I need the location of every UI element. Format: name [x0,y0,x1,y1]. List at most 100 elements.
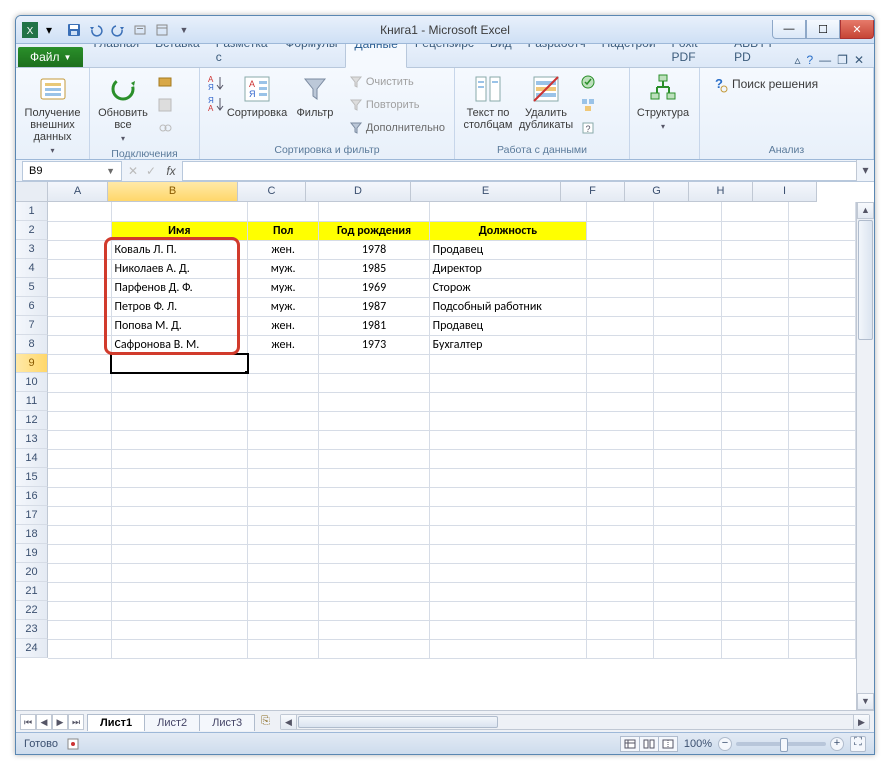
cell-B9[interactable] [111,354,248,373]
close-button[interactable]: ✕ [840,20,874,39]
cell-I19[interactable] [788,544,855,563]
cell-E7[interactable]: Продавец [429,316,587,335]
cell-B21[interactable] [111,582,248,601]
cell-F21[interactable] [587,582,654,601]
qat-btn-5[interactable] [152,20,172,40]
qat-customize[interactable]: ▼ [174,20,194,40]
cell-B19[interactable] [111,544,248,563]
cell-C13[interactable] [248,430,319,449]
cell-A20[interactable] [48,563,111,582]
text-to-columns-button[interactable]: Текст по столбцам [461,71,515,133]
cell-G14[interactable] [654,449,721,468]
remove-duplicates-button[interactable]: Удалить дубликаты [519,71,573,133]
cell-D15[interactable] [319,468,429,487]
hscroll-thumb[interactable] [298,716,498,728]
sheet-nav-next[interactable]: ▶ [52,714,68,730]
select-all-corner[interactable] [16,182,48,202]
cell-A8[interactable] [48,335,111,354]
cell-I17[interactable] [788,506,855,525]
cell-G10[interactable] [654,373,721,392]
cell-G7[interactable] [654,316,721,335]
cell-C11[interactable] [248,392,319,411]
cell-D14[interactable] [319,449,429,468]
cell-B7[interactable]: Попова М. Д. [111,316,248,335]
cell-A16[interactable] [48,487,111,506]
cell-C19[interactable] [248,544,319,563]
cell-I6[interactable] [788,297,855,316]
cell-H13[interactable] [721,430,788,449]
cell-G11[interactable] [654,392,721,411]
cell-D2[interactable]: Год рождения [319,221,429,240]
cell-G15[interactable] [654,468,721,487]
row-header-17[interactable]: 17 [16,506,48,525]
zoom-level[interactable]: 100% [684,738,712,750]
cell-C2[interactable]: Пол [248,221,319,240]
cell-G18[interactable] [654,525,721,544]
cell-F8[interactable] [587,335,654,354]
cell-I22[interactable] [788,601,855,620]
cell-B14[interactable] [111,449,248,468]
cell-B22[interactable] [111,601,248,620]
data-validation-button[interactable] [577,71,599,93]
cell-H3[interactable] [721,240,788,259]
cell-D13[interactable] [319,430,429,449]
cell-F3[interactable] [587,240,654,259]
row-header-21[interactable]: 21 [16,582,48,601]
sort-button[interactable]: АЯ Сортировка [230,71,284,121]
cell-E18[interactable] [429,525,587,544]
zoom-track[interactable] [736,742,826,746]
cell-C7[interactable]: жен. [248,316,319,335]
cell-I8[interactable] [788,335,855,354]
cell-E1[interactable] [429,202,587,221]
cell-B20[interactable] [111,563,248,582]
cell-C18[interactable] [248,525,319,544]
cell-H21[interactable] [721,582,788,601]
zoom-in-button[interactable]: + [830,737,844,751]
cell-I20[interactable] [788,563,855,582]
cell-H1[interactable] [721,202,788,221]
cell-I2[interactable] [788,221,855,240]
row-header-9[interactable]: 9 [16,354,48,373]
cell-G6[interactable] [654,297,721,316]
cell-B6[interactable]: Петров Ф. Л. [111,297,248,316]
vertical-scrollbar[interactable]: ▲ ▼ [856,202,874,710]
cell-E20[interactable] [429,563,587,582]
cell-G19[interactable] [654,544,721,563]
cell-D6[interactable]: 1987 [319,297,429,316]
cell-I1[interactable] [788,202,855,221]
cell-B5[interactable]: Парфенов Д. Ф. [111,278,248,297]
hscroll-right[interactable]: ▶ [853,715,869,729]
cell-D20[interactable] [319,563,429,582]
advanced-filter-button[interactable]: Дополнительно [346,117,448,139]
cell-E21[interactable] [429,582,587,601]
cell-F4[interactable] [587,259,654,278]
doc-minimize-button[interactable]: — [819,53,831,67]
cell-F5[interactable] [587,278,654,297]
cell-H4[interactable] [721,259,788,278]
control-menu-icon[interactable]: ▾ [41,22,57,38]
filter-button[interactable]: Фильтр [288,71,342,121]
cell-D7[interactable]: 1981 [319,316,429,335]
cell-E17[interactable] [429,506,587,525]
cell-E11[interactable] [429,392,587,411]
cell-F19[interactable] [587,544,654,563]
cell-D17[interactable] [319,506,429,525]
cell-C6[interactable]: муж. [248,297,319,316]
fx-button[interactable]: fx [160,164,182,178]
cell-G23[interactable] [654,620,721,639]
cell-H11[interactable] [721,392,788,411]
cell-G17[interactable] [654,506,721,525]
cell-A19[interactable] [48,544,111,563]
consolidate-button[interactable] [577,94,599,116]
row-header-19[interactable]: 19 [16,544,48,563]
column-header-B[interactable]: B [108,182,238,202]
cell-C3[interactable]: жен. [248,240,319,259]
cell-I5[interactable] [788,278,855,297]
cell-C23[interactable] [248,620,319,639]
cell-C22[interactable] [248,601,319,620]
sheet-tab-Лист3[interactable]: Лист3 [199,714,255,731]
cell-D16[interactable] [319,487,429,506]
cell-F22[interactable] [587,601,654,620]
cell-F7[interactable] [587,316,654,335]
row-header-22[interactable]: 22 [16,601,48,620]
